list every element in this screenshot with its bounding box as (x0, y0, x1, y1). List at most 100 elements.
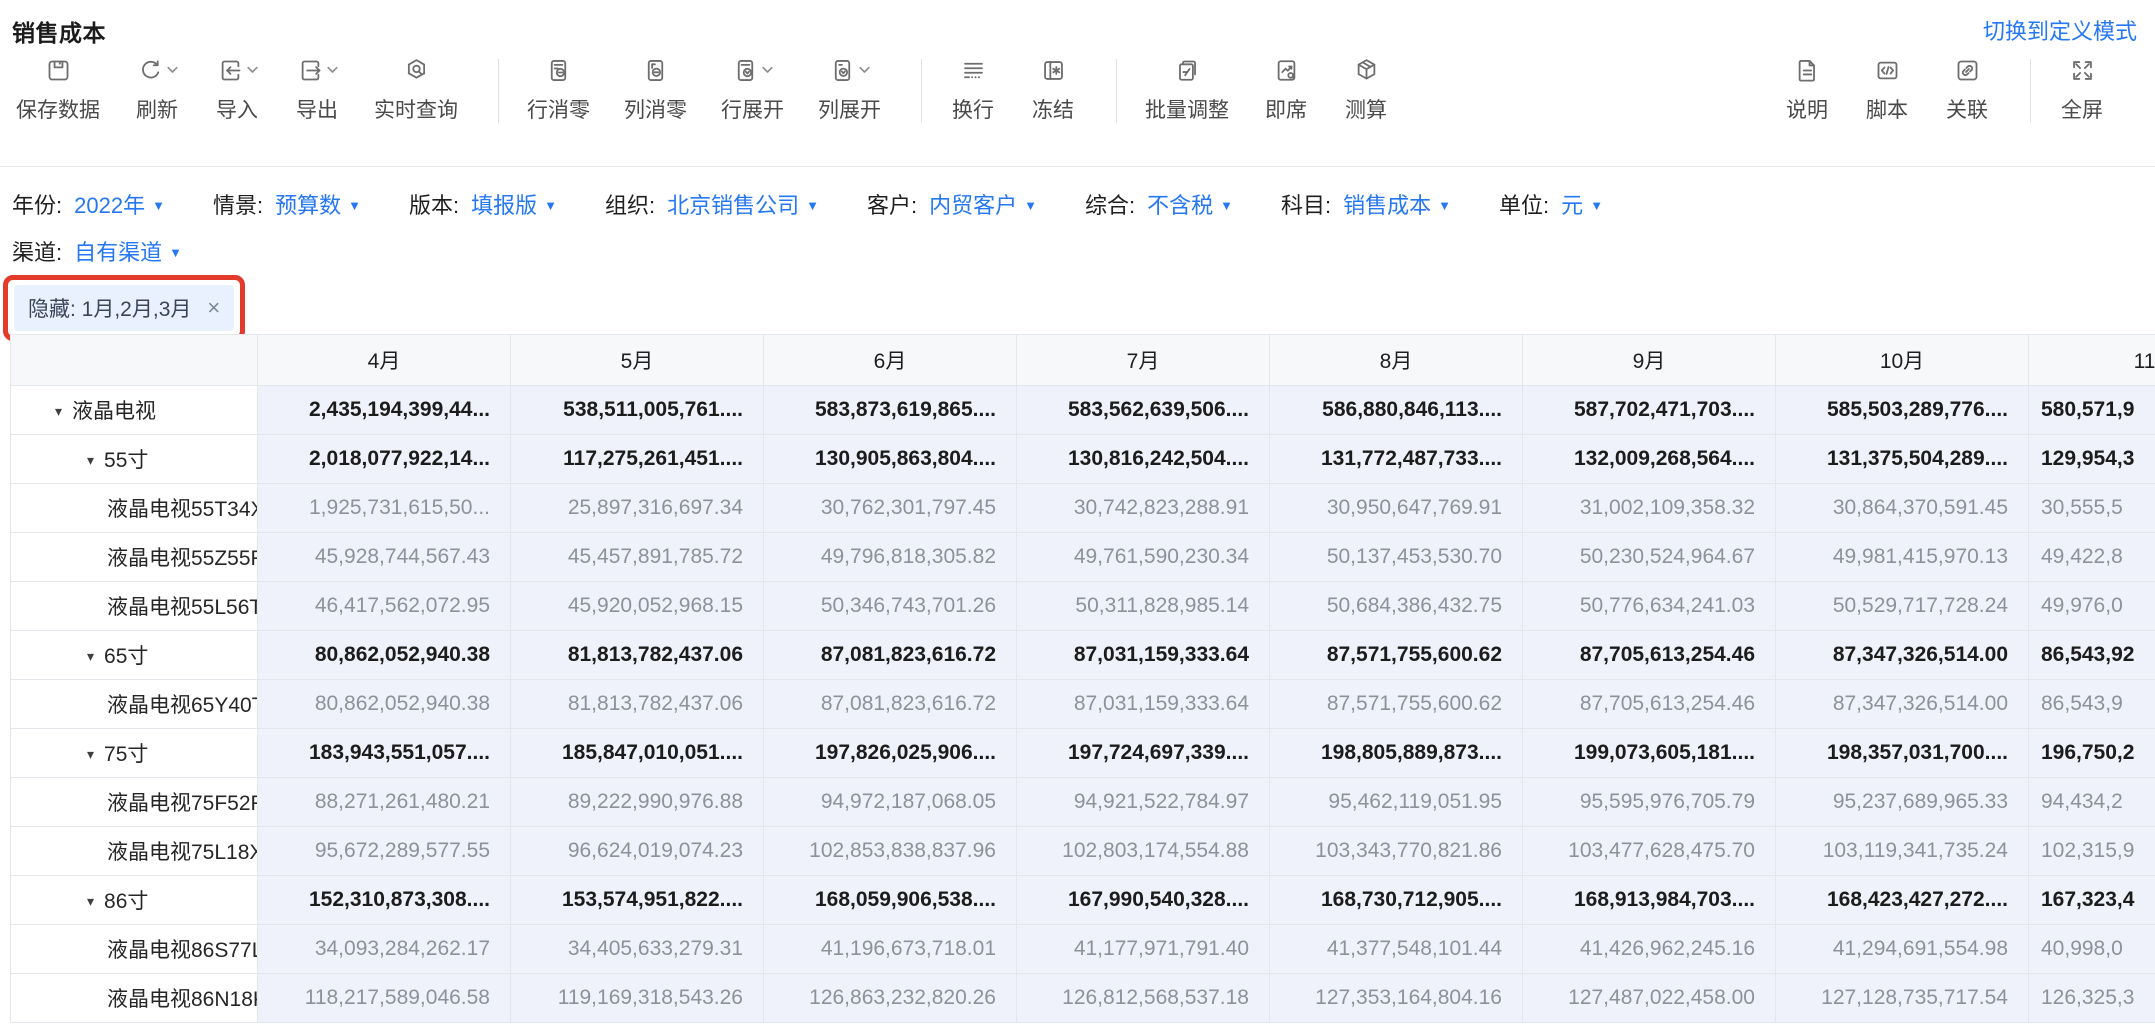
toolbar-button-row-clear-zero[interactable]: 行消零 (527, 57, 590, 124)
toolbar-button-batch-adjust[interactable]: 批量调整 (1145, 57, 1229, 124)
data-cell[interactable]: 45,457,891,785.72 (510, 532, 764, 582)
row-label-cell[interactable]: ▾ 65寸 (10, 630, 258, 680)
data-cell[interactable]: 96,624,019,074.23 (510, 826, 764, 876)
filter-dropdown[interactable]: 元 ▼ (1561, 188, 1603, 220)
data-cell[interactable]: 41,196,673,718.01 (763, 924, 1017, 974)
data-cell[interactable]: 153,574,951,822.... (510, 875, 764, 925)
data-cell[interactable]: 586,880,846,113.... (1269, 385, 1523, 435)
data-cell[interactable]: 103,343,770,821.86 (1269, 826, 1523, 876)
data-cell[interactable]: 30,742,823,288.91 (1016, 483, 1270, 533)
data-cell[interactable]: 87,347,326,514.00 (1775, 679, 2029, 729)
row-label-cell[interactable]: ▾ 75寸 (10, 728, 258, 778)
filter-dropdown[interactable]: 填报版 ▼ (471, 188, 557, 220)
data-cell[interactable]: 87,571,755,600.62 (1269, 679, 1523, 729)
data-cell[interactable]: 87,031,159,333.64 (1016, 630, 1270, 680)
toolbar-button-adhoc[interactable]: 即席 (1263, 57, 1309, 124)
data-cell[interactable]: 131,772,487,733.... (1269, 434, 1523, 484)
data-cell[interactable]: 127,353,164,804.16 (1269, 973, 1523, 1023)
data-cell[interactable]: 198,805,889,873.... (1269, 728, 1523, 778)
data-cell[interactable]: 583,873,619,865.... (763, 385, 1017, 435)
filter-dropdown[interactable]: 销售成本 ▼ (1343, 188, 1451, 220)
data-cell[interactable]: 34,405,633,279.31 (510, 924, 764, 974)
data-cell[interactable]: 168,423,427,272.... (1775, 875, 2029, 925)
toolbar-button-script[interactable]: 脚本 (1864, 57, 1910, 124)
toolbar-button-fullscreen[interactable]: 全屏 (2059, 57, 2105, 124)
data-cell[interactable]: 197,724,697,339.... (1016, 728, 1270, 778)
row-label-cell[interactable]: 液晶电视65Y40T (10, 679, 258, 729)
data-cell[interactable]: 41,377,548,101.44 (1269, 924, 1523, 974)
data-cell[interactable]: 580,571,9 (2028, 385, 2155, 435)
data-cell[interactable]: 168,059,906,538.... (763, 875, 1017, 925)
collapse-arrow-icon[interactable]: ▾ (87, 452, 94, 469)
data-cell[interactable]: 30,762,301,797.45 (763, 483, 1017, 533)
data-cell[interactable]: 103,119,341,735.24 (1775, 826, 2029, 876)
data-cell[interactable]: 50,684,386,432.75 (1269, 581, 1523, 631)
data-cell[interactable]: 130,816,242,504.... (1016, 434, 1270, 484)
data-cell[interactable]: 1,925,731,615,50... (257, 483, 511, 533)
data-cell[interactable]: 49,761,590,230.34 (1016, 532, 1270, 582)
data-cell[interactable]: 127,128,735,717.54 (1775, 973, 2029, 1023)
data-cell[interactable]: 127,487,022,458.00 (1522, 973, 1776, 1023)
toolbar-button-col-clear-zero[interactable]: 列消零 (624, 57, 687, 124)
data-cell[interactable]: 196,750,2 (2028, 728, 2155, 778)
data-cell[interactable]: 183,943,551,057.... (257, 728, 511, 778)
data-cell[interactable]: 49,422,8 (2028, 532, 2155, 582)
data-cell[interactable]: 50,346,743,701.26 (763, 581, 1017, 631)
collapse-arrow-icon[interactable]: ▾ (87, 746, 94, 763)
data-cell[interactable]: 126,863,232,820.26 (763, 973, 1017, 1023)
toolbar-button-description[interactable]: 说明 (1784, 57, 1830, 124)
data-cell[interactable]: 31,002,109,358.32 (1522, 483, 1776, 533)
toolbar-button-export[interactable]: 导出 (294, 57, 340, 124)
row-label-cell[interactable]: 液晶电视75L18X (10, 826, 258, 876)
data-cell[interactable]: 87,081,823,616.72 (763, 679, 1017, 729)
row-label-cell[interactable]: 液晶电视55Z55F (10, 532, 258, 582)
switch-to-define-mode-link[interactable]: 切换到定义模式 (1983, 14, 2137, 46)
data-cell[interactable]: 94,972,187,068.05 (763, 777, 1017, 827)
data-cell[interactable]: 95,237,689,965.33 (1775, 777, 2029, 827)
collapse-arrow-icon[interactable]: ▾ (87, 648, 94, 665)
data-cell[interactable]: 585,503,289,776.... (1775, 385, 2029, 435)
data-cell[interactable]: 89,222,990,976.88 (510, 777, 764, 827)
data-cell[interactable]: 197,826,025,906.... (763, 728, 1017, 778)
data-cell[interactable]: 40,998,0 (2028, 924, 2155, 974)
toolbar-button-relation[interactable]: 关联 (1944, 57, 1990, 124)
data-cell[interactable]: 49,981,415,970.13 (1775, 532, 2029, 582)
data-cell[interactable]: 2,435,194,399,44... (257, 385, 511, 435)
data-cell[interactable]: 126,812,568,537.18 (1016, 973, 1270, 1023)
data-cell[interactable]: 95,462,119,051.95 (1269, 777, 1523, 827)
toolbar-button-wrap-line[interactable]: 换行 (950, 57, 996, 124)
collapse-arrow-icon[interactable]: ▾ (55, 403, 62, 420)
row-label-cell[interactable]: 液晶电视86S77L (10, 924, 258, 974)
data-cell[interactable]: 30,555,5 (2028, 483, 2155, 533)
data-cell[interactable]: 45,920,052,968.15 (510, 581, 764, 631)
data-cell[interactable]: 50,230,524,964.67 (1522, 532, 1776, 582)
toolbar-button-save-data[interactable]: 保存数据 (16, 57, 100, 124)
row-label-cell[interactable]: 液晶电视55T34X (10, 483, 258, 533)
toolbar-button-import[interactable]: 导入 (214, 57, 260, 124)
data-cell[interactable]: 30,950,647,769.91 (1269, 483, 1523, 533)
data-cell[interactable]: 168,913,984,703.... (1522, 875, 1776, 925)
data-cell[interactable]: 87,571,755,600.62 (1269, 630, 1523, 680)
toolbar-button-col-expand[interactable]: 列展开 (818, 57, 881, 124)
data-cell[interactable]: 95,595,976,705.79 (1522, 777, 1776, 827)
data-cell[interactable]: 81,813,782,437.06 (510, 630, 764, 680)
toolbar-button-refresh[interactable]: 刷新 (134, 57, 180, 124)
data-cell[interactable]: 41,294,691,554.98 (1775, 924, 2029, 974)
data-cell[interactable]: 152,310,873,308.... (257, 875, 511, 925)
data-cell[interactable]: 119,169,318,543.26 (510, 973, 764, 1023)
filter-dropdown[interactable]: 预算数 ▼ (275, 188, 361, 220)
data-cell[interactable]: 198,357,031,700.... (1775, 728, 2029, 778)
filter-dropdown[interactable]: 不含税 ▼ (1147, 188, 1233, 220)
data-cell[interactable]: 102,853,838,837.96 (763, 826, 1017, 876)
data-cell[interactable]: 49,796,818,305.82 (763, 532, 1017, 582)
data-cell[interactable]: 50,311,828,985.14 (1016, 581, 1270, 631)
data-cell[interactable]: 41,426,962,245.16 (1522, 924, 1776, 974)
data-cell[interactable]: 131,375,504,289.... (1775, 434, 2029, 484)
data-cell[interactable]: 50,137,453,530.70 (1269, 532, 1523, 582)
toolbar-button-freeze[interactable]: 冻结 (1030, 57, 1076, 124)
data-cell[interactable]: 80,862,052,940.38 (257, 679, 511, 729)
row-label-cell[interactable]: 液晶电视86N18K (10, 973, 258, 1023)
data-cell[interactable]: 41,177,971,791.40 (1016, 924, 1270, 974)
toolbar-button-realtime-query[interactable]: 实时查询 (374, 57, 458, 124)
data-cell[interactable]: 185,847,010,051.... (510, 728, 764, 778)
